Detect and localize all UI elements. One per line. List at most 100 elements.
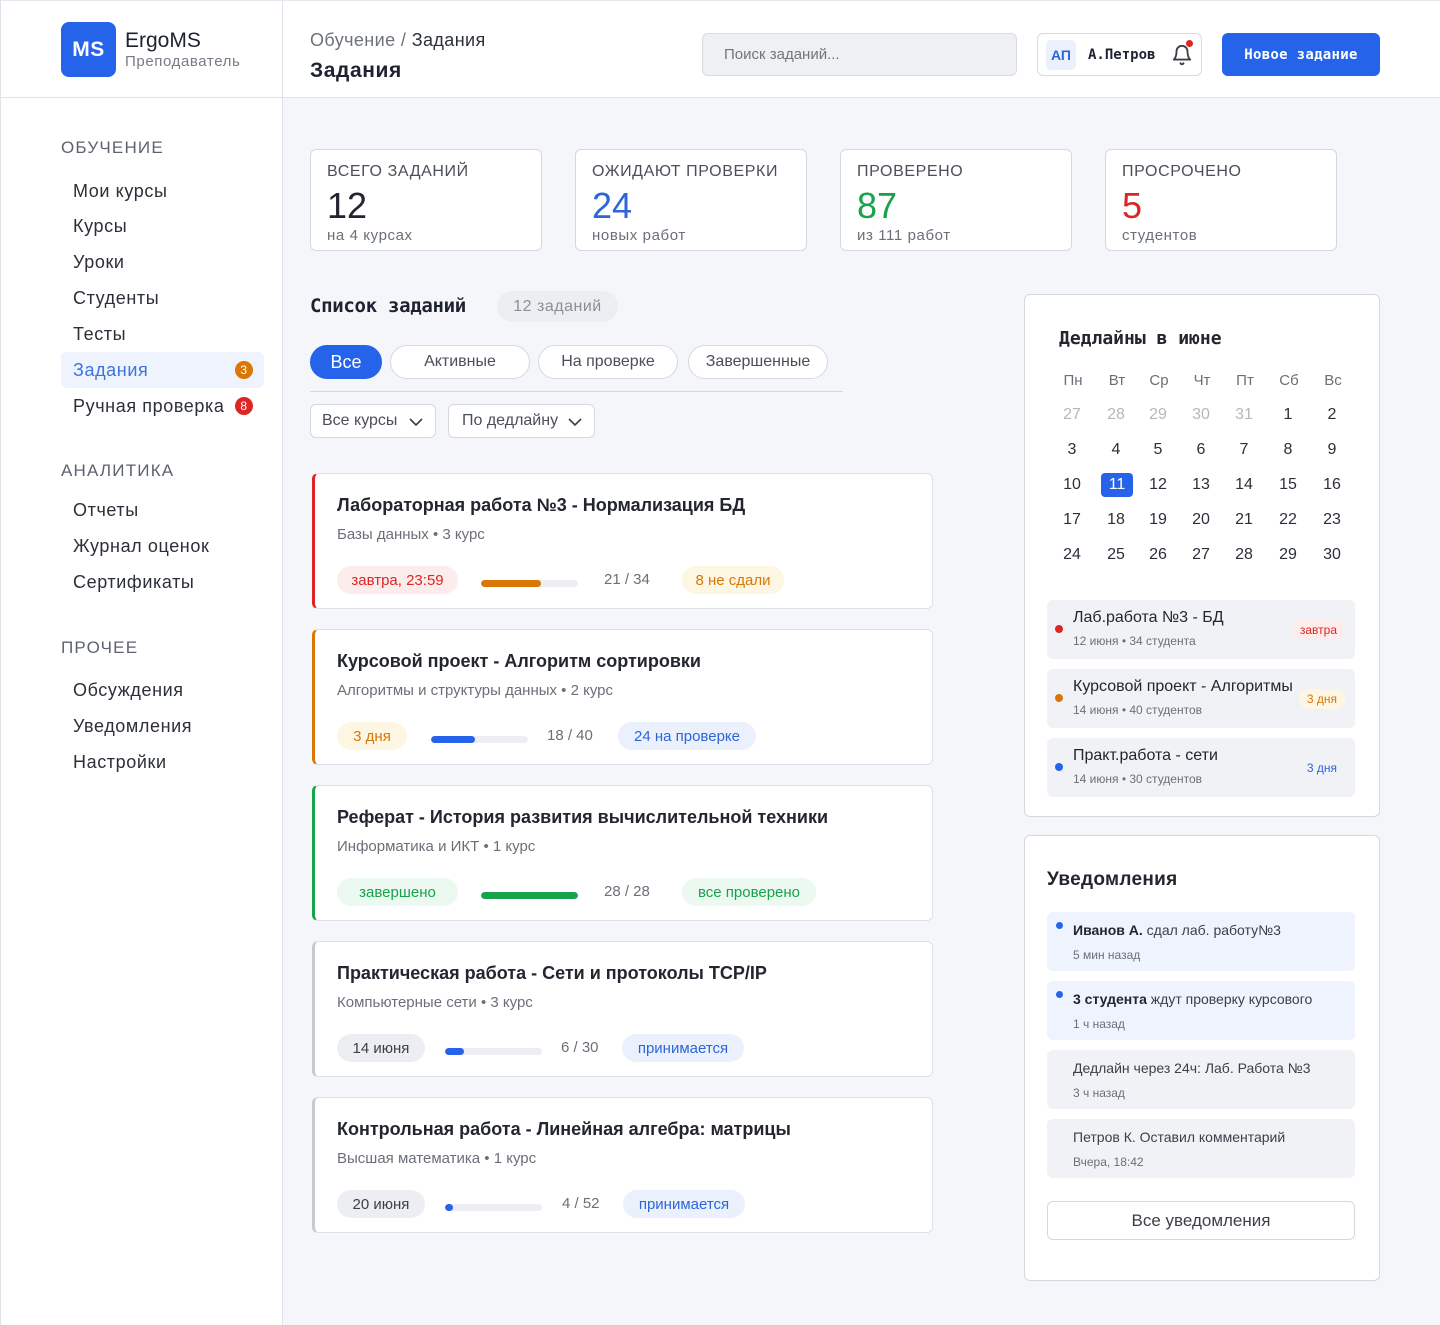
calendar-day[interactable]: 24: [1052, 543, 1092, 567]
sidebar-item-certificates[interactable]: Сертификаты: [61, 564, 264, 600]
deadline-item[interactable]: Курсовой проект - Алгоритмы 14 июня • 40 …: [1047, 669, 1355, 728]
calendar-day[interactable]: 30: [1181, 403, 1221, 427]
chevron-down-icon: [568, 418, 582, 427]
status-dot: [1055, 763, 1063, 771]
deadline-badge: завершено: [337, 878, 458, 906]
assignment-card[interactable]: Практическая работа - Сети и протоколы T…: [312, 941, 933, 1077]
calendar-day[interactable]: 28: [1096, 403, 1136, 427]
calendar-day[interactable]: 29: [1268, 543, 1308, 567]
calendar-day[interactable]: 27: [1181, 543, 1221, 567]
sidebar: MS ErgoMS Преподаватель ОБУЧЕНИЕ Мои курс…: [0, 0, 284, 1325]
page-title: Задания: [310, 59, 402, 82]
new-assignment-button[interactable]: Новое задание: [1222, 33, 1380, 76]
bell-icon[interactable]: [1171, 44, 1193, 66]
sidebar-item-gradebook[interactable]: Журнал оценок: [61, 528, 264, 564]
calendar-day[interactable]: 23: [1312, 508, 1352, 532]
calendar-day[interactable]: 7: [1224, 438, 1264, 462]
sort-select[interactable]: По дедлайну: [448, 404, 595, 438]
progress-fill: [481, 892, 578, 899]
assignment-card[interactable]: Лабораторная работа №3 - Нормализация БД…: [312, 473, 933, 609]
calendar-day[interactable]: 16: [1312, 473, 1352, 497]
calendar-day[interactable]: 15: [1268, 473, 1308, 497]
deadline-title: Курсовой проект - Алгоритмы: [1073, 678, 1293, 695]
calendar-day[interactable]: 29: [1138, 403, 1178, 427]
assignment-title[interactable]: Практическая работа - Сети и протоколы T…: [337, 963, 767, 984]
calendar-day[interactable]: 2: [1312, 403, 1352, 427]
sidebar-item-manual-review[interactable]: Ручная проверка 8: [61, 388, 264, 424]
calendar-day[interactable]: 5: [1138, 438, 1178, 462]
calendar-day[interactable]: 8: [1268, 438, 1308, 462]
sidebar-item-discussions[interactable]: Обсуждения: [61, 672, 264, 708]
sidebar-item-tests[interactable]: Тесты: [61, 316, 264, 352]
sidebar-item-reports[interactable]: Отчеты: [61, 492, 264, 528]
calendar-day[interactable]: 28: [1224, 543, 1264, 567]
submission-count: 6 / 30: [561, 1039, 599, 1056]
sidebar-item-courses[interactable]: Курсы: [61, 208, 264, 244]
calendar-day[interactable]: 17: [1052, 508, 1092, 532]
assignment-title[interactable]: Реферат - История развития вычислительно…: [337, 807, 828, 828]
tab-completed[interactable]: Завершенные: [688, 345, 828, 379]
sidebar-item-my-courses[interactable]: Мои курсы: [61, 173, 264, 209]
calendar-day[interactable]: 20: [1181, 508, 1221, 532]
calendar-day[interactable]: 13: [1181, 473, 1221, 497]
notification-text: Петров К. Оставил комментарий: [1073, 1129, 1285, 1145]
deadline-item[interactable]: Практ.работа - сети 14 июня • 30 студенто…: [1047, 738, 1355, 797]
notification-item[interactable]: Иванов А. сдал лаб. работу№3 5 мин назад: [1047, 912, 1355, 971]
notification-time: Вчера, 18:42: [1073, 1155, 1144, 1169]
course-filter-select[interactable]: Все курсы: [310, 404, 436, 438]
assignment-title[interactable]: Лабораторная работа №3 - Нормализация БД: [337, 495, 745, 516]
notification-item[interactable]: Петров К. Оставил комментарий Вчера, 18:4…: [1047, 1119, 1355, 1178]
calendar-day[interactable]: 9: [1312, 438, 1352, 462]
calendar-day[interactable]: 11: [1101, 473, 1133, 497]
weekday-label: Пт: [1236, 371, 1254, 389]
sidebar-item-settings[interactable]: Настройки: [61, 744, 264, 780]
calendar-day[interactable]: 10: [1052, 473, 1092, 497]
calendar-day[interactable]: 25: [1096, 543, 1136, 567]
calendar-day[interactable]: 14: [1224, 473, 1264, 497]
sidebar-item-students[interactable]: Студенты: [61, 280, 264, 316]
deadline-item[interactable]: Лаб.работа №3 - БД 12 июня • 34 студента з…: [1047, 600, 1355, 659]
all-notifications-button[interactable]: Все уведомления: [1047, 1201, 1355, 1240]
calendar-day[interactable]: 26: [1138, 543, 1178, 567]
assignment-card[interactable]: Курсовой проект - Алгоритм сортировки Алг…: [312, 629, 933, 765]
tab-active[interactable]: Активные: [390, 345, 530, 379]
assignment-card[interactable]: Контрольная работа - Линейная алгебра: м…: [312, 1097, 933, 1233]
notification-item[interactable]: Дедлайн через 24ч: Лаб. Работа №3 3 ч наз…: [1047, 1050, 1355, 1109]
brand-logo[interactable]: MS: [61, 22, 116, 77]
sidebar-item-label: Журнал оценок: [73, 535, 210, 556]
calendar-day[interactable]: 6: [1181, 438, 1221, 462]
calendar-day[interactable]: 1: [1268, 403, 1308, 427]
chevron-down-icon: [409, 418, 423, 427]
weekday-label: Сб: [1279, 371, 1299, 389]
assignment-title[interactable]: Контрольная работа - Линейная алгебра: м…: [337, 1119, 791, 1140]
calendar-day[interactable]: 31: [1224, 403, 1264, 427]
breadcrumb-parent[interactable]: Обучение: [310, 30, 396, 50]
calendar-day[interactable]: 12: [1138, 473, 1178, 497]
calendar-day[interactable]: 3: [1052, 438, 1092, 462]
calendar-day[interactable]: 30: [1312, 543, 1352, 567]
notification-item[interactable]: 3 студента ждут проверку курсового 1 ч на…: [1047, 981, 1355, 1040]
calendar-day[interactable]: 19: [1138, 508, 1178, 532]
calendar-day[interactable]: 4: [1096, 438, 1136, 462]
sidebar-item-notifications[interactable]: Уведомления: [61, 708, 264, 744]
search-input[interactable]: [702, 33, 1017, 76]
progress-bar: [445, 1204, 542, 1211]
notification-actor: Иванов А.: [1073, 922, 1143, 938]
calendar-day[interactable]: 27: [1052, 403, 1092, 427]
user-menu[interactable]: АП А.Петров: [1037, 33, 1202, 76]
sidebar-item-lessons[interactable]: Уроки: [61, 244, 264, 280]
calendar-day[interactable]: 21: [1224, 508, 1264, 532]
sidebar-item-assignments[interactable]: Задания 3: [61, 352, 264, 388]
notification-text: 3 студента ждут проверку курсового: [1073, 991, 1312, 1007]
progress-fill: [431, 736, 475, 743]
tab-review[interactable]: На проверке: [538, 345, 678, 379]
nav-section-title: АНАЛИТИКА: [61, 461, 175, 480]
calendar-day[interactable]: 22: [1268, 508, 1308, 532]
tab-all[interactable]: Все: [310, 345, 382, 379]
assignment-card[interactable]: Реферат - История развития вычислительно…: [312, 785, 933, 921]
calendar-day[interactable]: 18: [1096, 508, 1136, 532]
submission-count: 18 / 40: [547, 727, 593, 744]
assignment-title[interactable]: Курсовой проект - Алгоритм сортировки: [337, 651, 701, 672]
stat-subtitle: на 4 курсах: [327, 227, 413, 244]
progress-fill: [445, 1048, 465, 1055]
